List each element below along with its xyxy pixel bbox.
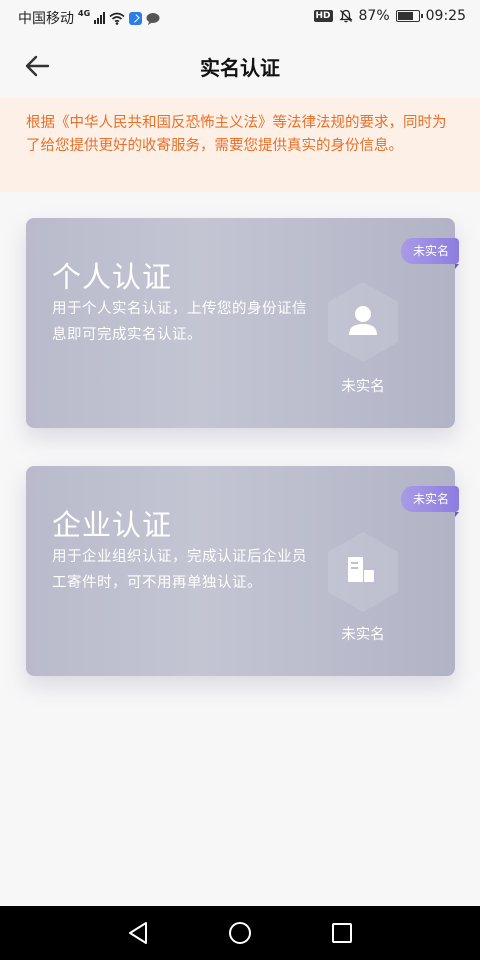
- system-nav-bar: [0, 906, 480, 960]
- person-icon: [326, 280, 400, 364]
- card-title: 企业认证: [52, 508, 173, 542]
- card-title: 个人认证: [52, 260, 173, 294]
- status-left: 中国移动 4G: [18, 8, 160, 28]
- nav-back-button[interactable]: [124, 919, 152, 947]
- building-icon: [326, 530, 400, 614]
- signal-icon: [94, 12, 106, 24]
- hd-badge: HD: [313, 10, 333, 22]
- battery-percent: 87%: [358, 8, 390, 24]
- battery-fill: [397, 12, 413, 20]
- carrier-label: 中国移动: [18, 11, 74, 27]
- wifi-icon: [109, 12, 125, 25]
- battery-icon: [395, 10, 423, 22]
- verification-status: 未实名: [341, 379, 385, 395]
- personal-verification-card[interactable]: 未实名 个人认证 用于个人实名认证，上传您的身份证信息即可完成实名认证。 未实名: [26, 218, 460, 428]
- triangle-back-icon: [129, 922, 147, 944]
- company-verification-card[interactable]: 未实名 企业认证 用于企业组织认证，完成认证后企业员工寄件时，可不用再单独认证。…: [26, 466, 460, 676]
- status-bar: 中国移动 4G HD 87% 09:25: [0, 0, 480, 34]
- nav-recents-button[interactable]: [328, 919, 356, 947]
- nav-home-button[interactable]: [226, 919, 254, 947]
- page-title: 实名认证: [200, 56, 280, 80]
- app-header: 实名认证: [0, 34, 480, 98]
- message-icon: [146, 12, 160, 25]
- circle-home-icon: [229, 922, 251, 944]
- verification-status: 未实名: [341, 627, 385, 643]
- card-description: 用于个人实名认证，上传您的身份证信息即可完成实名认证。: [52, 301, 307, 343]
- clock: 09:25: [425, 8, 466, 24]
- square-recents-icon: [332, 923, 352, 943]
- network-type: 4G: [78, 8, 91, 18]
- legal-notice: 根据《中华人民共和国反恐怖主义法》等法律法规的要求，同时为了给您提供更好的收寄服…: [0, 98, 480, 192]
- status-right: HD 87% 09:25: [313, 8, 466, 24]
- unverified-ribbon: 未实名: [400, 238, 460, 269]
- card-description: 用于企业组织认证，完成认证后企业员工寄件时，可不用再单独认证。: [52, 549, 307, 591]
- app-notification-icon: [129, 11, 143, 25]
- unverified-ribbon: 未实名: [400, 486, 460, 517]
- bell-muted-icon: [338, 9, 353, 23]
